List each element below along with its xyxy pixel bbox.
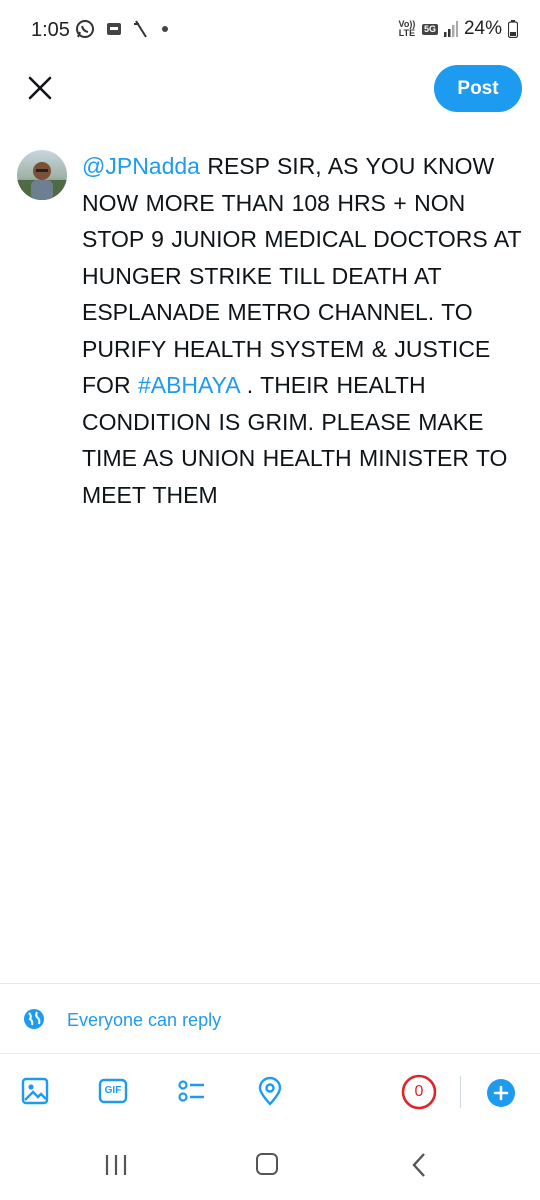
poll-icon[interactable] [176,1076,206,1106]
signal-icon [443,21,458,37]
close-icon[interactable] [22,70,58,106]
tweet-link[interactable]: #ABHAYA [138,372,239,398]
reply-settings[interactable]: Everyone can reply [0,984,540,1054]
image-icon[interactable] [20,1076,50,1106]
home-icon[interactable] [256,1153,278,1175]
globe-icon [24,1009,44,1029]
back-icon[interactable] [408,1152,430,1178]
compose-header: Post [0,60,540,120]
status-bar: 1:05 Vo)) LTE 5G 24% [0,0,540,60]
whatsapp-icon [76,20,94,38]
toolbar-divider [460,1076,461,1108]
tweet-text-input[interactable]: @JPNadda RESP SIR, AS YOU KNOW NOW MORE … [82,148,532,513]
status-right: Vo)) LTE 5G 24% [398,18,518,40]
plus-icon [493,1085,509,1101]
notification-icons [75,19,169,39]
character-count: 0 [414,1083,424,1100]
slash-icon [134,20,147,38]
system-nav-bar [0,1134,540,1200]
gif-label: GIF [104,1085,122,1096]
recent-apps-icon[interactable] [104,1154,128,1176]
location-icon[interactable] [255,1076,285,1106]
tweet-text-segment: RESP SIR, AS YOU KNOW NOW MORE THAN 108 … [82,153,522,398]
add-thread-button[interactable] [487,1079,515,1107]
reply-settings-label: Everyone can reply [67,1010,222,1030]
avatar [17,150,67,200]
status-time: 1:05 [31,19,70,41]
tweet-link[interactable]: @JPNadda [82,153,200,179]
gif-button[interactable]: GIF [98,1076,128,1106]
network-type: 5G [421,23,438,35]
user-avatar-icon [17,162,67,200]
battery-icon [508,20,518,38]
volte-label: Vo)) LTE [398,19,416,38]
compose-toolbar: GIF 0 [0,1054,540,1134]
more-notifications-icon [162,26,168,32]
app-notification-icon [107,23,121,35]
post-button[interactable]: Post [434,65,522,112]
character-counter: 0 [400,1073,438,1111]
battery-percent: 24% [463,18,502,39]
